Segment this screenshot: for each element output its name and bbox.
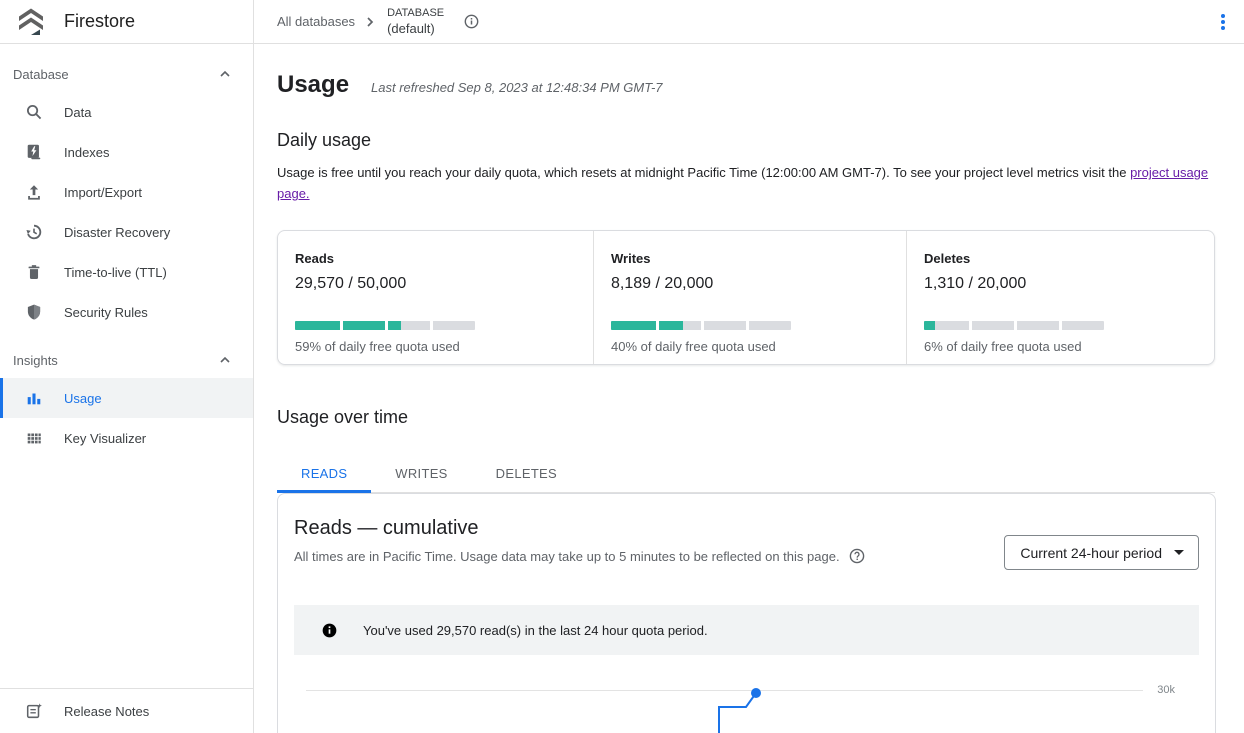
document-bolt-icon [25, 143, 43, 161]
grid-icon [25, 429, 43, 447]
shield-icon [25, 303, 43, 321]
quota-caption: 40% of daily free quota used [611, 339, 906, 354]
quota-deletes: Deletes 1,310 / 20,000 6% of daily free … [906, 231, 1214, 364]
chart-title: Reads — cumulative [294, 517, 865, 540]
chevron-up-icon [219, 68, 231, 80]
title-row: Usage Last refreshed Sep 8, 2023 at 12:4… [277, 71, 1215, 99]
sidebar-item-data[interactable]: Data [0, 92, 253, 132]
sidebar-item-indexes[interactable]: Indexes [0, 132, 253, 172]
tab-reads[interactable]: READS [277, 457, 371, 493]
topbar: All databases DATABASE (default) [254, 0, 1244, 44]
database-name: (default) [387, 22, 444, 35]
firestore-logo-icon [14, 5, 48, 39]
period-selector-value: Current 24-hour period [1020, 545, 1162, 561]
sidebar-item-label: Key Visualizer [64, 431, 146, 446]
timezone-note: All times are in Pacific Time. Usage dat… [294, 549, 840, 564]
usage-over-time-heading: Usage over time [277, 407, 1215, 428]
sidebar-item-label: Usage [64, 391, 102, 406]
tab-deletes[interactable]: DELETES [472, 457, 581, 493]
page-title: Usage [277, 71, 349, 99]
section-label: Insights [13, 353, 58, 368]
sidebar-item-label: Release Notes [64, 704, 149, 719]
help-icon[interactable] [849, 548, 865, 564]
sidebar-item-label: Indexes [64, 145, 110, 160]
quota-writes: Writes 8,189 / 20,000 40% of daily free … [593, 231, 906, 364]
info-icon [322, 623, 337, 638]
main-area: All databases DATABASE (default) Usage [254, 0, 1244, 733]
sidebar-section-insights: Insights Usage [0, 342, 253, 458]
section-header-database[interactable]: Database [0, 56, 253, 92]
bar-chart-icon [25, 389, 43, 407]
database-selector: DATABASE (default) [387, 8, 444, 35]
sidebar-header: Firestore [0, 0, 253, 44]
trash-icon [25, 263, 43, 281]
usage-info-text: You've used 29,570 read(s) in the last 2… [363, 623, 708, 638]
last-refreshed: Last refreshed Sep 8, 2023 at 12:48:34 P… [371, 80, 662, 95]
quota-label: Reads [295, 251, 593, 266]
chevron-down-icon [1174, 550, 1184, 555]
section-header-insights[interactable]: Insights [0, 342, 253, 378]
chart-plot [294, 667, 1199, 733]
upload-icon [25, 183, 43, 201]
quota-reads: Reads 29,570 / 50,000 59% of daily free … [278, 231, 593, 364]
sidebar-item-disaster-recovery[interactable]: Disaster Recovery [0, 212, 253, 252]
sidebar: Firestore Database Data [0, 0, 254, 733]
sidebar-item-label: Security Rules [64, 305, 148, 320]
usage-page: Usage Last refreshed Sep 8, 2023 at 12:4… [254, 44, 1244, 733]
quota-caption: 6% of daily free quota used [924, 339, 1214, 354]
quota-progress-bar [611, 321, 791, 330]
tab-writes[interactable]: WRITES [371, 457, 471, 493]
sidebar-item-label: Import/Export [64, 185, 142, 200]
quota-caption: 59% of daily free quota used [295, 339, 593, 354]
search-icon [25, 103, 43, 121]
daily-usage-heading: Daily usage [277, 130, 1215, 151]
quota-progress-fill [924, 321, 935, 330]
usage-tabs: READS WRITES DELETES [277, 457, 1215, 493]
chevron-up-icon [219, 354, 231, 366]
sidebar-item-key-visualizer[interactable]: Key Visualizer [0, 418, 253, 458]
firestore-console: Firestore Database Data [0, 0, 1244, 733]
breadcrumb-all-databases[interactable]: All databases [277, 14, 355, 29]
breadcrumb: All databases DATABASE (default) [277, 8, 483, 35]
app-title: Firestore [64, 11, 135, 32]
chart-card-header: Reads — cumulative All times are in Paci… [294, 510, 1199, 570]
reads-chart-card: Reads — cumulative All times are in Paci… [277, 493, 1216, 733]
quota-value: 29,570 / 50,000 [295, 275, 593, 293]
section-label: Database [13, 67, 69, 82]
history-restore-icon [25, 223, 43, 241]
sidebar-item-label: Data [64, 105, 91, 120]
sidebar-item-label: Disaster Recovery [64, 225, 170, 240]
release-notes-icon [25, 702, 43, 720]
daily-quota-card: Reads 29,570 / 50,000 59% of daily free … [277, 230, 1215, 365]
sidebar-item-label: Time-to-live (TTL) [64, 265, 167, 280]
daily-usage-description: Usage is free until you reach your daily… [277, 162, 1215, 204]
usage-info-banner: You've used 29,570 read(s) in the last 2… [294, 605, 1199, 655]
sidebar-footer: Release Notes [0, 688, 253, 733]
chevron-right-icon [364, 16, 376, 28]
sidebar-section-database: Database Data Indexes [0, 56, 253, 332]
usage-line-chart: 30k [294, 667, 1199, 733]
daily-usage-text: Usage is free until you reach your daily… [277, 165, 1130, 180]
quota-label: Deletes [924, 251, 1214, 266]
period-selector-dropdown[interactable]: Current 24-hour period [1004, 535, 1199, 570]
quota-value: 8,189 / 20,000 [611, 275, 906, 293]
sidebar-item-release-notes[interactable]: Release Notes [0, 689, 253, 733]
sidebar-item-ttl[interactable]: Time-to-live (TTL) [0, 252, 253, 292]
quota-progress-bar [924, 321, 1104, 330]
database-label: DATABASE [387, 8, 444, 19]
quota-value: 1,310 / 20,000 [924, 275, 1214, 293]
overflow-menu-icon[interactable] [1212, 8, 1234, 36]
sidebar-item-import-export[interactable]: Import/Export [0, 172, 253, 212]
quota-progress-bar [295, 321, 475, 330]
database-info-icon[interactable] [460, 10, 483, 33]
sidebar-item-security-rules[interactable]: Security Rules [0, 292, 253, 332]
quota-progress-fill [611, 321, 683, 330]
sidebar-item-usage[interactable]: Usage [0, 378, 253, 418]
quota-label: Writes [611, 251, 906, 266]
sidebar-nav: Database Data Indexes [0, 44, 253, 688]
